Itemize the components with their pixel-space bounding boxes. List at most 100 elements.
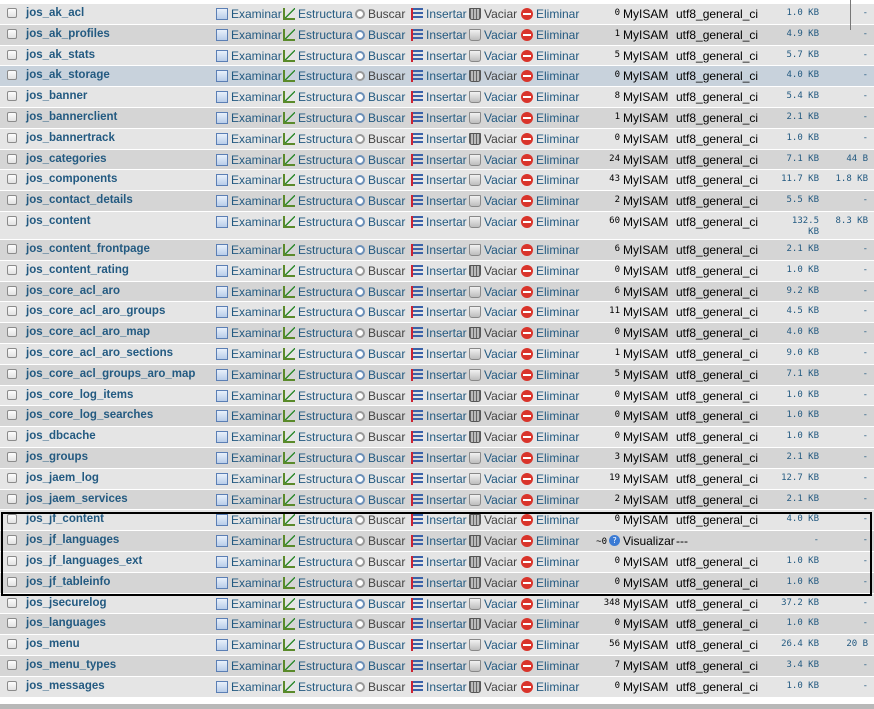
table-name-link[interactable]: jos_content (26, 215, 91, 227)
structure-button[interactable]: Estructura (283, 28, 353, 42)
browse-button[interactable]: Examinar (216, 194, 282, 208)
overhead-link[interactable]: - (863, 369, 868, 379)
size-link[interactable]: 11.7 KB (779, 174, 819, 185)
empty-button[interactable]: Vaciar (469, 409, 517, 423)
browse-button[interactable]: Examinar (216, 111, 282, 125)
browse-button[interactable]: Examinar (216, 493, 282, 507)
insert-button[interactable]: Insertar (411, 493, 467, 507)
drop-button[interactable]: Eliminar (521, 555, 579, 569)
drop-button[interactable]: Eliminar (521, 132, 579, 146)
row-checkbox[interactable] (7, 306, 17, 317)
empty-button[interactable]: Vaciar (469, 90, 517, 104)
table-name-link[interactable]: jos_core_acl_aro_sections (26, 347, 173, 359)
row-checkbox[interactable] (7, 215, 17, 226)
table-row[interactable]: jos_jaem_log Examinar Estructura Buscar Inse… (0, 468, 874, 490)
overhead-link[interactable]: - (863, 29, 868, 39)
overhead-link[interactable]: - (863, 660, 868, 670)
size-link[interactable]: 7.1 KB (779, 369, 819, 380)
row-checkbox[interactable] (7, 597, 17, 608)
empty-button[interactable]: Vaciar (469, 451, 517, 465)
structure-button[interactable]: Estructura (283, 194, 353, 208)
size-link[interactable]: 5.7 KB (779, 50, 819, 61)
table-name-link[interactable]: jos_ak_profiles (26, 28, 110, 40)
table-row[interactable]: jos_dbcache Examinar Estructura Buscar Inser… (0, 427, 874, 448)
table-row[interactable]: jos_ak_acl Examinar Estructura Buscar Insert… (0, 4, 874, 25)
overhead-link[interactable]: - (863, 535, 868, 545)
table-row[interactable]: jos_bannertrack Examinar Estructura Buscar I… (0, 128, 874, 150)
overhead-link[interactable]: - (863, 410, 868, 420)
structure-button[interactable]: Estructura (283, 493, 353, 507)
drop-button[interactable]: Eliminar (521, 451, 579, 465)
table-name-link[interactable]: jos_core_acl_aro_map (26, 326, 150, 338)
table-name-link[interactable]: jos_core_log_searches (26, 409, 153, 421)
insert-button[interactable]: Insertar (411, 132, 467, 146)
insert-button[interactable]: Insertar (411, 680, 467, 694)
size-link[interactable]: 2.1 KB (779, 112, 819, 123)
structure-button[interactable]: Estructura (283, 49, 353, 63)
table-name-link[interactable]: jos_groups (26, 451, 88, 463)
row-checkbox[interactable] (7, 28, 17, 39)
overhead-link[interactable]: - (863, 431, 868, 441)
browse-button[interactable]: Examinar (216, 132, 282, 146)
table-name-link[interactable]: jos_components (26, 173, 117, 185)
structure-button[interactable]: Estructura (283, 305, 353, 319)
table-row[interactable]: jos_ak_storage Examinar Estructura Buscar In… (0, 66, 874, 88)
row-checkbox[interactable] (7, 347, 17, 358)
insert-button[interactable]: Insertar (411, 555, 467, 569)
table-row[interactable]: jos_jf_tableinfo Examinar Estructura Buscar… (0, 572, 874, 594)
table-row[interactable]: jos_ak_profiles Examinar Estructura Buscar I… (0, 24, 874, 46)
drop-button[interactable]: Eliminar (521, 28, 579, 42)
row-checkbox[interactable] (7, 493, 17, 504)
browse-button[interactable]: Examinar (216, 555, 282, 569)
empty-button[interactable]: Vaciar (469, 7, 517, 21)
size-link[interactable]: 132.5 KB (779, 216, 819, 238)
size-link[interactable]: 5.5 KB (779, 195, 819, 206)
empty-button[interactable]: Vaciar (469, 555, 517, 569)
drop-button[interactable]: Eliminar (521, 305, 579, 319)
size-link[interactable]: 1.0 KB (779, 618, 819, 629)
structure-button[interactable]: Estructura (283, 659, 353, 673)
overhead-link[interactable]: - (863, 390, 868, 400)
search-button[interactable]: Buscar (355, 555, 405, 569)
structure-button[interactable]: Estructura (283, 472, 353, 486)
browse-button[interactable]: Examinar (216, 472, 282, 486)
search-button[interactable]: Buscar (355, 576, 405, 590)
empty-button[interactable]: Vaciar (469, 472, 517, 486)
table-name-link[interactable]: jos_languages (26, 617, 106, 629)
search-button[interactable]: Buscar (355, 49, 405, 63)
table-row[interactable]: jos_core_acl_aro_groups Examinar Estructur… (0, 302, 874, 324)
table-row[interactable]: jos_messages Examinar Estructura Buscar Inse… (0, 676, 874, 698)
structure-button[interactable]: Estructura (283, 111, 353, 125)
drop-button[interactable]: Eliminar (521, 264, 579, 278)
table-name-link[interactable]: jos_core_acl_aro_groups (26, 305, 165, 317)
structure-button[interactable]: Estructura (283, 430, 353, 444)
size-link[interactable]: 2.1 KB (779, 494, 819, 505)
drop-button[interactable]: Eliminar (521, 597, 579, 611)
empty-button[interactable]: Vaciar (469, 638, 517, 652)
insert-button[interactable]: Insertar (411, 264, 467, 278)
structure-button[interactable]: Estructura (283, 451, 353, 465)
empty-button[interactable]: Vaciar (469, 243, 517, 257)
row-checkbox[interactable] (7, 8, 17, 18)
insert-button[interactable]: Insertar (411, 430, 467, 444)
row-checkbox[interactable] (7, 555, 17, 566)
overhead-link[interactable]: - (863, 494, 868, 504)
row-checkbox[interactable] (7, 132, 17, 143)
size-link[interactable]: 2.1 KB (779, 244, 819, 255)
search-button[interactable]: Buscar (355, 305, 405, 319)
insert-button[interactable]: Insertar (411, 194, 467, 208)
structure-button[interactable]: Estructura (283, 617, 353, 631)
overhead-link[interactable]: - (863, 452, 868, 462)
search-button[interactable]: Buscar (355, 132, 405, 146)
overhead-link[interactable]: - (863, 514, 868, 524)
table-name-link[interactable]: jos_ak_acl (26, 7, 84, 19)
table-name-link[interactable]: jos_bannertrack (26, 132, 115, 144)
size-link[interactable]: 7.1 KB (779, 154, 819, 165)
search-button[interactable]: Buscar (355, 409, 405, 423)
empty-button[interactable]: Vaciar (469, 264, 517, 278)
browse-button[interactable]: Examinar (216, 368, 282, 382)
overhead-link[interactable]: - (863, 50, 868, 60)
table-name-link[interactable]: jos_menu (26, 638, 80, 650)
browse-button[interactable]: Examinar (216, 243, 282, 257)
table-row[interactable]: jos_core_log_searches Examinar Estructura B… (0, 406, 874, 428)
